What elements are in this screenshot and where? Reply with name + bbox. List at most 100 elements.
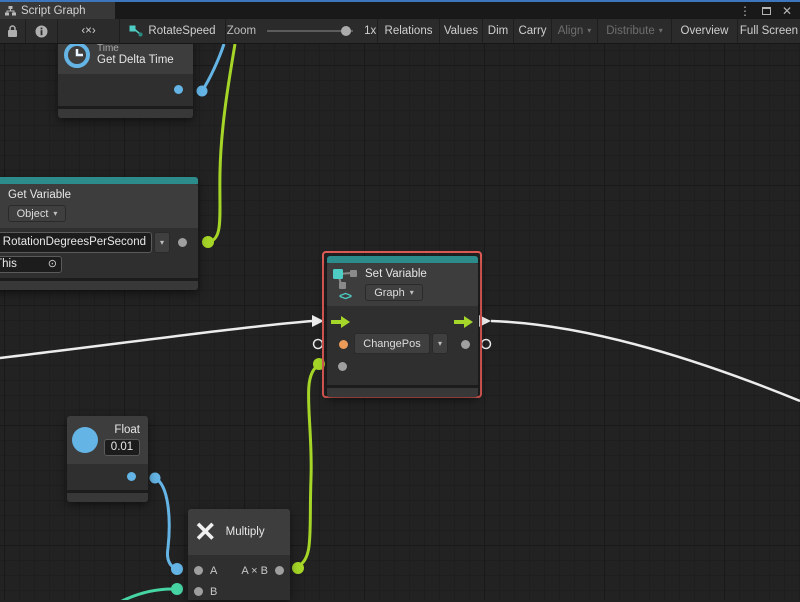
dropdown-arrow-icon: ▾ — [587, 27, 591, 35]
delta-time-wire-endpoint — [197, 86, 208, 97]
float-value-field[interactable]: 0.01 — [104, 439, 140, 456]
flow-wire-out-of-set-variable[interactable] — [491, 321, 800, 401]
dropdown-arrow-icon: ▾ — [53, 210, 57, 218]
zoom-slider-handle[interactable] — [341, 26, 351, 36]
node-get-delta-time[interactable]: Time Get Delta Time — [58, 36, 193, 118]
code-view-button[interactable]: ‹×› — [58, 19, 120, 43]
float-to-multiply-wire[interactable] — [155, 478, 176, 569]
port-label-b: B — [210, 586, 217, 598]
flow-output-port[interactable] — [454, 316, 474, 328]
lock-icon — [7, 25, 18, 38]
variable-node-accent-bar — [327, 256, 478, 263]
variable-target-field[interactable]: This ⊙ — [0, 256, 62, 273]
get-variable-output-port[interactable] — [178, 238, 187, 247]
values-button[interactable]: Values — [440, 19, 483, 43]
delta-time-wire[interactable] — [202, 44, 224, 91]
code-view-icon: ‹×› — [81, 25, 95, 37]
multiply-input-b-port[interactable] — [194, 587, 203, 596]
float-output-port[interactable] — [127, 472, 136, 481]
graph-name: RotateSpeed — [148, 25, 215, 37]
node-get-variable[interactable]: Get Variable Object ▾ RotationDegreesPer… — [0, 177, 198, 290]
node-footer — [67, 490, 148, 502]
dropdown-arrow-icon: ▾ — [160, 239, 164, 247]
set-variable-value-input-port[interactable] — [339, 340, 348, 349]
tab-bar: Script Graph ⋮ ✕ — [0, 2, 800, 19]
multiply-icon: ✕ — [194, 519, 217, 546]
node-title: Get Variable — [8, 189, 71, 202]
hollow-port-ring-right — [482, 340, 491, 349]
node-title: Float — [114, 424, 140, 437]
object-picker-icon[interactable]: ⊙ — [48, 259, 57, 270]
delta-time-output-port[interactable] — [174, 85, 183, 94]
get-variable-wire-endpoint — [202, 236, 214, 248]
variable-name-field[interactable]: RotationDegreesPerSecond — [0, 232, 152, 253]
float-wire-endpoint-end — [171, 563, 183, 575]
graph-toolbar: ‹×› RotateSpeed Zoom 1x Relations Values… — [0, 19, 800, 44]
node-footer — [0, 278, 198, 290]
set-variable-value-output-port[interactable] — [461, 340, 470, 349]
tab-script-graph[interactable]: Script Graph — [0, 2, 115, 19]
tab-title: Script Graph — [21, 5, 86, 17]
target-value: This — [0, 258, 17, 270]
flow-input-port[interactable] — [331, 316, 351, 328]
lock-button[interactable] — [0, 19, 26, 43]
dropdown-arrow-icon: ▾ — [438, 340, 442, 348]
variable-name-dropdown-button[interactable]: ▾ — [432, 333, 448, 354]
node-category: Time — [97, 43, 174, 54]
dropdown-arrow-icon: ▾ — [659, 27, 663, 35]
multiply-input-a-port[interactable] — [194, 566, 203, 575]
node-footer — [327, 385, 478, 397]
info-button[interactable] — [26, 19, 58, 43]
node-set-variable[interactable]: <> Set Variable Graph ▾ ChangePos ▾ — [327, 256, 478, 397]
node-float[interactable]: Float 0.01 — [67, 416, 148, 502]
zoom-value: 1x — [364, 25, 376, 37]
variable-scope-dropdown[interactable]: Graph ▾ — [365, 284, 423, 301]
overview-button[interactable]: Overview — [672, 19, 738, 43]
code-brackets-icon: <> — [339, 291, 351, 301]
float-wire-endpoint-start — [150, 473, 161, 484]
node-title: Multiply — [226, 526, 265, 539]
zoom-label: Zoom — [227, 25, 256, 37]
teal-wire-endpoint — [171, 583, 183, 595]
node-multiply[interactable]: ✕ Multiply A A × B B — [188, 509, 290, 600]
align-button: Align▾ — [552, 19, 598, 43]
teal-wire-into-multiply[interactable] — [120, 589, 172, 600]
multiply-wire-endpoint-start — [292, 562, 304, 574]
multiply-output-port[interactable] — [275, 566, 284, 575]
dim-button[interactable]: Dim — [483, 19, 514, 43]
node-title: Get Delta Time — [97, 54, 174, 67]
node-footer — [58, 106, 193, 118]
info-icon — [35, 25, 48, 38]
carry-button[interactable]: Carry — [514, 19, 552, 43]
window-controls: ⋮ ✕ — [739, 2, 800, 19]
variable-name-dropdown[interactable]: ChangePos — [354, 333, 430, 354]
graph-icon — [129, 25, 143, 37]
maximize-icon[interactable] — [762, 7, 771, 15]
graph-variable-icon — [332, 268, 358, 290]
multiply-to-set-variable-wire[interactable] — [298, 365, 319, 566]
graph-breadcrumb[interactable]: RotateSpeed — [120, 19, 226, 43]
variable-scope-dropdown[interactable]: Object ▾ — [8, 205, 66, 222]
relations-button[interactable]: Relations — [378, 19, 440, 43]
script-graph-icon — [5, 6, 16, 16]
scope-value: Object — [17, 208, 49, 220]
port-label-axb: A × B — [241, 565, 268, 577]
menu-icon[interactable]: ⋮ — [739, 5, 751, 17]
scope-value: Graph — [374, 287, 405, 299]
full-screen-button[interactable]: Full Screen — [738, 19, 800, 43]
zoom-slider[interactable] — [267, 30, 353, 32]
port-label-a: A — [210, 565, 217, 577]
variable-node-accent-bar — [0, 177, 198, 184]
node-title: Set Variable — [365, 268, 427, 281]
dropdown-arrow-icon: ▾ — [410, 289, 414, 297]
set-variable-fallback-port[interactable] — [338, 362, 347, 371]
zoom-control: Zoom 1x — [226, 19, 378, 43]
variable-name-value: ChangePos — [363, 338, 421, 350]
variable-name-dropdown-button[interactable]: ▾ — [154, 232, 170, 253]
distribute-button: Distribute▾ — [598, 19, 672, 43]
float-icon — [72, 427, 98, 453]
unity-visual-scripting-window: { "window": { "tab_title": "Script Graph… — [0, 0, 800, 600]
clock-icon — [62, 40, 92, 70]
close-icon[interactable]: ✕ — [782, 5, 792, 17]
flow-wire-into-set-variable[interactable] — [0, 321, 312, 358]
